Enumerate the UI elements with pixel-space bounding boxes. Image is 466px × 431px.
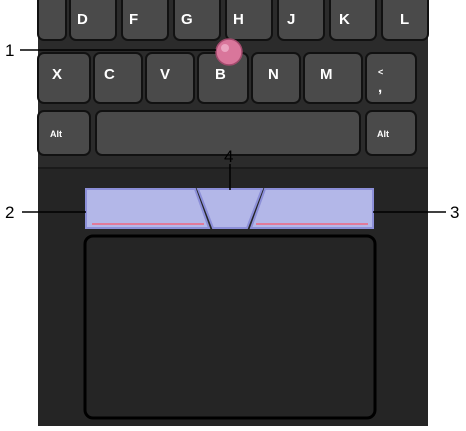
key-label-alt-left: Alt xyxy=(50,129,62,139)
key-label-m: M xyxy=(320,66,333,83)
right-trackpoint-button xyxy=(249,188,374,229)
key-label-f: F xyxy=(129,11,138,28)
key-label-alt-right: Alt xyxy=(377,129,389,139)
key-label-c: C xyxy=(104,66,115,83)
key-label-d: D xyxy=(77,11,88,28)
callout-number-2: 2 xyxy=(5,203,14,222)
trackpoint xyxy=(215,38,243,66)
trackpoint-buttons xyxy=(85,188,374,229)
key-comma xyxy=(365,52,417,104)
key-label-comma: , xyxy=(378,79,382,96)
trackpoint-highlight xyxy=(221,44,229,52)
key-label-k: K xyxy=(339,11,350,28)
key-label-l: L xyxy=(400,11,409,28)
key-label-j: J xyxy=(287,11,295,28)
key-m xyxy=(303,52,363,104)
touchpad xyxy=(83,234,377,420)
key-row-1: D F G H J K L xyxy=(37,0,429,41)
trackpad-diagram: D F G H J K L X C V B N M < , Alt Alt 1 … xyxy=(0,0,466,426)
key-alt-right xyxy=(365,110,417,156)
key-x xyxy=(37,52,91,104)
key-label-x: X xyxy=(52,66,62,83)
key-partial-left xyxy=(37,0,67,41)
key-c xyxy=(93,52,143,104)
key-j xyxy=(277,0,325,41)
callout-number-3: 3 xyxy=(450,203,459,222)
key-alt-left xyxy=(37,110,91,156)
callout-number-4: 4 xyxy=(224,147,233,166)
key-label-v: V xyxy=(160,66,170,83)
callout-number-1: 1 xyxy=(5,41,14,60)
key-label-g: G xyxy=(181,11,193,28)
key-label-less-than: < xyxy=(378,67,383,77)
key-k xyxy=(329,0,377,41)
left-trackpoint-button xyxy=(85,188,211,229)
key-label-n: N xyxy=(268,66,279,83)
key-label-h: H xyxy=(233,11,244,28)
key-label-b: B xyxy=(215,66,226,83)
